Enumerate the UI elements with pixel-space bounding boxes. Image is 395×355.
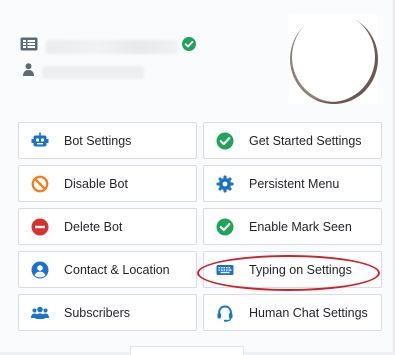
keyboard-icon	[216, 261, 234, 279]
typing-on-settings-button[interactable]: Typing on Settings	[203, 251, 382, 288]
headset-icon	[216, 304, 234, 322]
get-started-settings-button[interactable]: Get Started Settings	[203, 122, 382, 159]
human-chat-settings-label: Human Chat Settings	[249, 305, 368, 320]
check-circle-icon	[216, 218, 234, 236]
bot-settings-card: Bot Settings Get Started Settings Disabl…	[0, 0, 394, 355]
typing-on-settings-label: Typing on Settings	[249, 262, 352, 277]
gear-icon	[216, 175, 234, 193]
page-info-row	[20, 37, 196, 56]
disable-bot-button[interactable]: Disable Bot	[18, 165, 197, 202]
id-card-icon	[20, 37, 38, 56]
verified-check-icon	[182, 37, 196, 56]
get-started-settings-label: Get Started Settings	[249, 133, 362, 148]
user-icon	[23, 63, 34, 81]
users-icon	[31, 304, 49, 322]
settings-grid: Bot Settings Get Started Settings Disabl…	[18, 122, 382, 331]
subscribers-label: Subscribers	[64, 305, 130, 320]
robot-icon	[31, 132, 49, 150]
contact-location-label: Contact & Location	[64, 262, 170, 277]
delete-bot-label: Delete Bot	[64, 219, 123, 234]
ban-icon	[31, 175, 49, 193]
check-circle-icon	[216, 132, 234, 150]
human-chat-settings-button[interactable]: Human Chat Settings	[203, 294, 382, 331]
persistent-menu-label: Persistent Menu	[249, 176, 340, 191]
user-info-row	[20, 63, 144, 81]
bottom-tab	[130, 346, 244, 355]
enable-mark-seen-label: Enable Mark Seen	[249, 219, 352, 234]
avatar-frame	[290, 14, 378, 104]
subscribers-button[interactable]: Subscribers	[18, 294, 197, 331]
enable-mark-seen-button[interactable]: Enable Mark Seen	[203, 208, 382, 245]
page-name	[46, 39, 178, 54]
contact-location-button[interactable]: Contact & Location	[18, 251, 197, 288]
delete-bot-button[interactable]: Delete Bot	[18, 208, 197, 245]
user-name	[42, 65, 144, 79]
bot-settings-button[interactable]: Bot Settings	[18, 122, 197, 159]
user-circle-icon	[31, 261, 49, 279]
minus-circle-icon	[31, 218, 49, 236]
persistent-menu-button[interactable]: Persistent Menu	[203, 165, 382, 202]
bot-settings-label: Bot Settings	[64, 133, 132, 148]
disable-bot-label: Disable Bot	[64, 176, 128, 191]
